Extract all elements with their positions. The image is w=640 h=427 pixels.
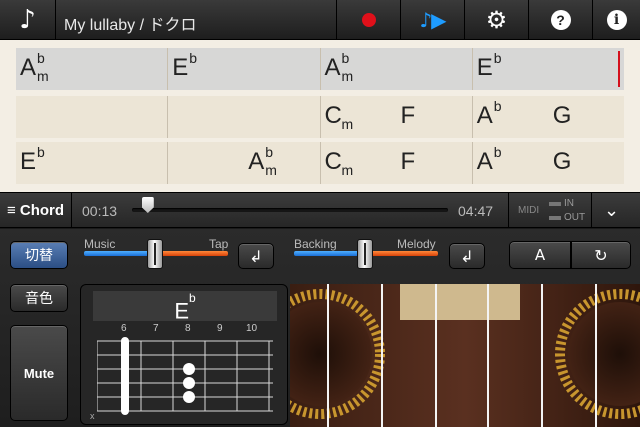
tone-button[interactable]: 音色 <box>10 284 68 312</box>
fret-numbers: 6 7 8 9 10 <box>81 323 289 337</box>
chord-symbol: Ab <box>476 144 502 175</box>
control-panel: 切替 音色 Mute Music Tap ↲ Backing Melody ↲ … <box>0 229 640 427</box>
chord-symbol: Cm <box>324 148 354 178</box>
chord-row[interactable]: Abm Eb Abm Eb <box>16 48 624 90</box>
song-title: My lullaby / ドクロ <box>64 17 197 34</box>
backing-label: Backing <box>294 237 337 251</box>
midi-toggle[interactable]: MIDI IN OUT <box>508 193 592 227</box>
switch-button[interactable]: 切替 <box>10 241 68 269</box>
record-icon <box>361 13 376 27</box>
chord-cell[interactable]: Abm <box>167 142 319 184</box>
diagram-chord-name: Eb <box>93 291 277 323</box>
chord-tab-button[interactable]: ≡ Chord <box>0 193 72 227</box>
chord-cell[interactable]: Cm F <box>319 96 472 138</box>
help-button[interactable]: ? <box>528 0 592 40</box>
chord-row[interactable]: Cm F Ab G <box>16 96 624 138</box>
timeline-bar: ≡ Chord 00:13 04:47 MIDI IN OUT ⌄ <box>0 192 640 228</box>
chord-diagram: Eb 6 7 8 9 10 x <box>80 284 288 425</box>
refresh-button[interactable]: ↻ <box>571 241 631 269</box>
tap-label: Tap <box>209 237 229 251</box>
play-note-icon: ♪▶ <box>419 8 446 32</box>
chord-symbol: G <box>552 102 572 129</box>
menu-note-button[interactable]: ♪ <box>0 0 56 40</box>
fret-number: 6 <box>121 323 127 334</box>
chord-cell[interactable]: Eb <box>471 48 624 90</box>
help-icon: ? <box>550 10 571 30</box>
chord-symbol: Abm <box>324 50 354 84</box>
total-time: 04:47 <box>458 203 494 219</box>
chord-symbol: F <box>400 148 416 175</box>
fret-number: 9 <box>217 323 223 334</box>
music-tap-knob[interactable] <box>147 239 163 269</box>
guitar-strings-view[interactable] <box>290 284 640 427</box>
music-label: Music <box>84 237 116 251</box>
chord-symbol: G <box>552 148 572 175</box>
chord-symbol: Ab <box>476 98 502 129</box>
music-tap-slider[interactable] <box>84 239 228 269</box>
barre-marker <box>121 337 129 415</box>
muted-string-marker: x <box>90 411 95 421</box>
return-icon: ↲ <box>249 246 263 266</box>
chord-symbol: Cm <box>324 102 354 132</box>
music-note-icon: ♪ <box>19 5 36 35</box>
key-button[interactable]: A <box>509 241 571 269</box>
midi-label: MIDI <box>518 205 540 216</box>
top-bar: ♪ My lullaby / ドクロ ♪▶ ⚙ ? i <box>0 0 640 40</box>
chord-cell[interactable] <box>16 96 167 138</box>
chord-cell[interactable]: Ab G <box>471 142 624 184</box>
chord-symbol: F <box>400 102 416 129</box>
mixer2-reset-button[interactable]: ↲ <box>449 243 485 269</box>
backing-melody-knob[interactable] <box>357 239 373 269</box>
playback-cursor <box>618 51 620 87</box>
midi-in-indicator: IN <box>549 198 574 209</box>
chord-symbol: Eb <box>20 144 45 175</box>
chevron-down-icon[interactable]: ⌄ <box>604 200 619 221</box>
chord-cell[interactable]: Eb <box>167 48 319 90</box>
melody-label: Melody <box>397 237 436 251</box>
midi-out-indicator: OUT <box>549 212 585 223</box>
seek-track[interactable] <box>132 208 448 212</box>
info-button[interactable]: i <box>592 0 640 40</box>
fret-number: 10 <box>246 323 258 334</box>
finger-dot <box>183 391 195 403</box>
record-button[interactable] <box>336 0 400 40</box>
chord-sheet[interactable]: Abm Eb Abm Eb Cm F Ab G Eb Abm Cm F Ab G <box>0 40 640 192</box>
chord-cell[interactable]: Abm <box>16 48 167 90</box>
backing-melody-slider[interactable] <box>294 239 438 269</box>
chord-row[interactable]: Eb Abm Cm F Ab G <box>16 142 624 184</box>
finger-dot <box>183 377 195 389</box>
fret-number: 8 <box>185 323 191 334</box>
chord-symbol: Abm <box>248 144 277 178</box>
chord-symbol: Eb <box>476 50 502 81</box>
refresh-icon: ↻ <box>594 245 608 265</box>
gear-icon: ⚙ <box>485 6 508 34</box>
chord-cell[interactable] <box>167 96 319 138</box>
settings-button[interactable]: ⚙ <box>464 0 528 40</box>
mute-button[interactable]: Mute <box>10 325 68 421</box>
chord-cell[interactable]: Abm <box>319 48 472 90</box>
fretboard-grid <box>97 337 273 415</box>
chord-cell[interactable]: Ab G <box>471 96 624 138</box>
return-icon: ↲ <box>460 246 474 266</box>
finger-dot <box>183 363 195 375</box>
chord-symbol: Abm <box>20 50 49 84</box>
chord-cell[interactable]: Cm F <box>319 142 472 184</box>
info-icon: i <box>606 10 627 30</box>
chord-cell[interactable]: Eb <box>16 142 167 184</box>
guitar-label <box>400 284 520 320</box>
mixer1-reset-button[interactable]: ↲ <box>238 243 274 269</box>
fret-number: 7 <box>153 323 159 334</box>
current-time: 00:13 <box>82 203 118 219</box>
play-mode-button[interactable]: ♪▶ <box>400 0 464 40</box>
chord-symbol: Eb <box>172 50 198 81</box>
